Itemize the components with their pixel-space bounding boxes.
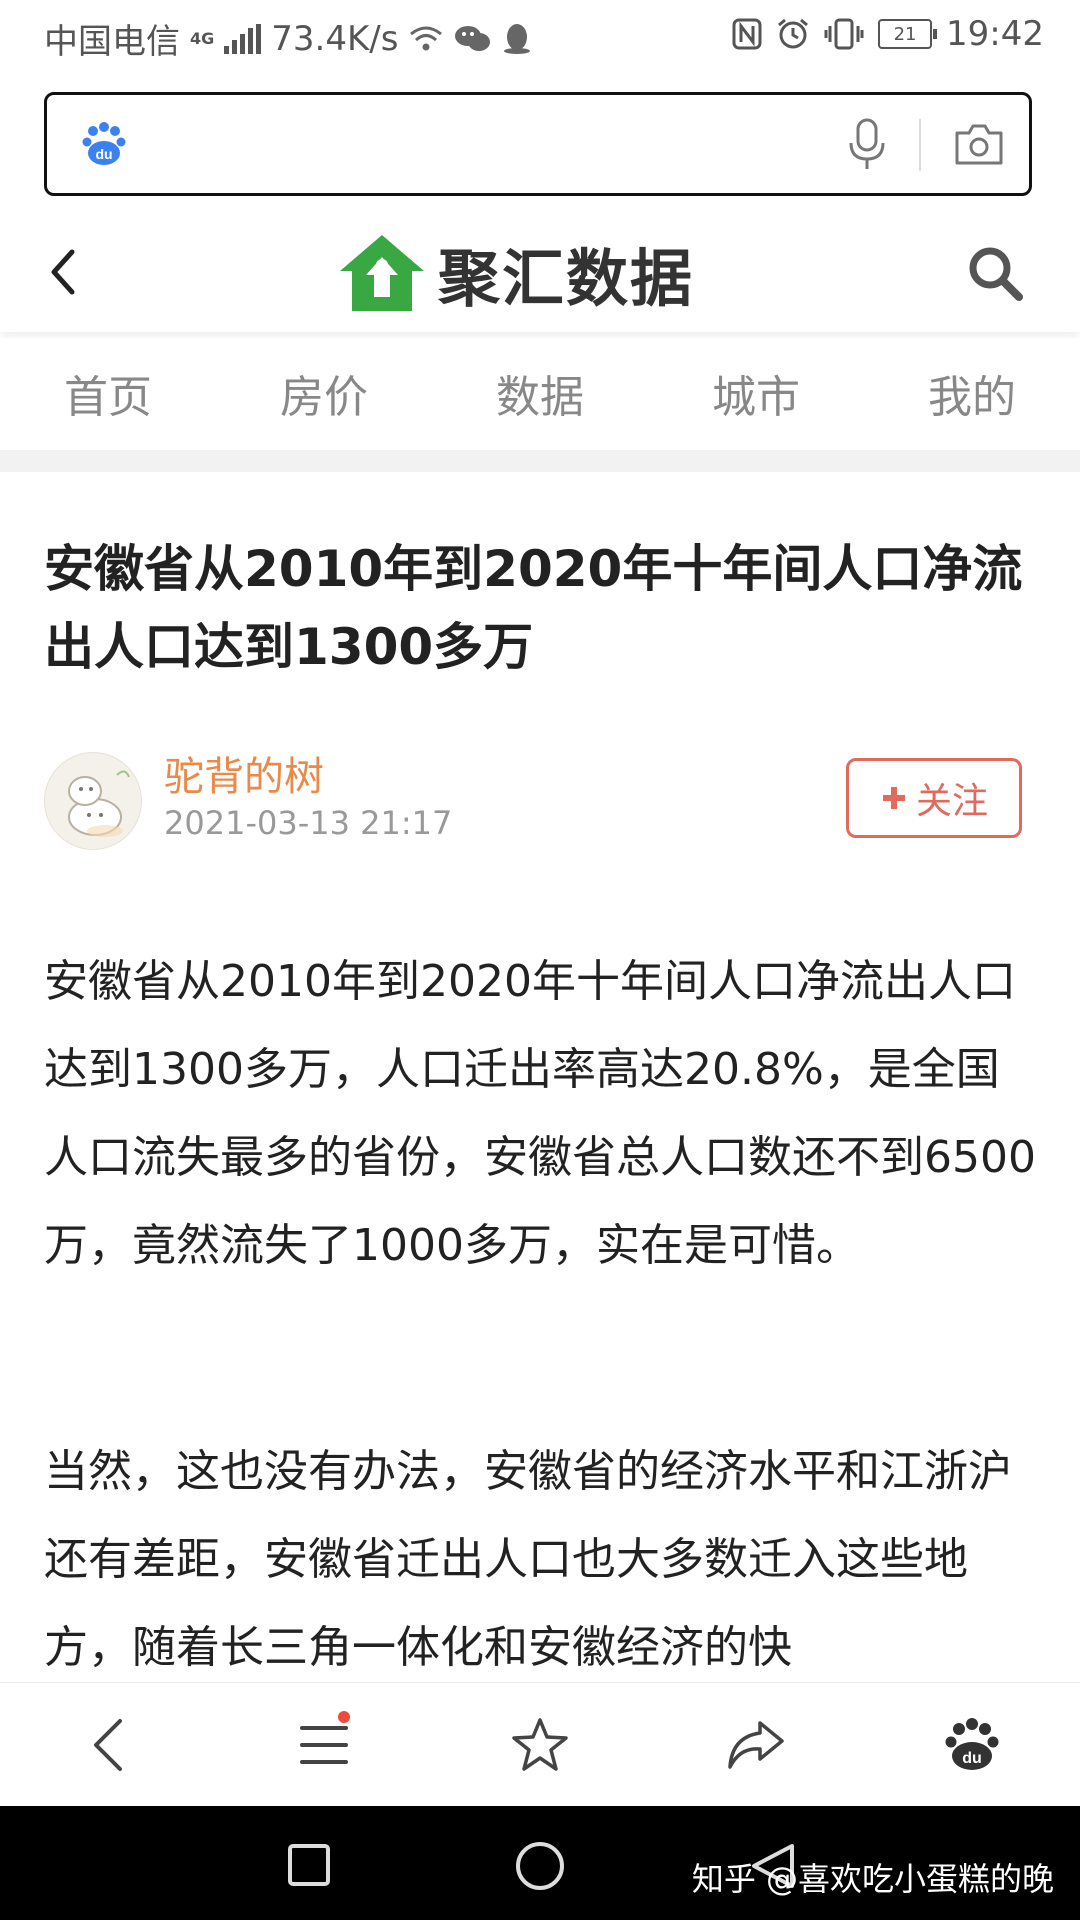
baidu-logo[interactable]: du [81,121,127,171]
battery-icon: 21 [878,19,938,49]
house-logo-icon [340,235,424,311]
menu-icon [300,1726,348,1764]
browser-toolbar: du [0,1682,1080,1807]
network-speed: 73.4K/s [271,18,399,59]
microphone-icon [849,118,885,169]
baidu-icon: du [945,1718,999,1770]
article-paragraph-2: 当然，这也没有办法，安徽省的经济水平和江浙沪还有差距，安徽省迁出人口也大多数迁入… [44,1446,1012,1673]
baidu-logo-text: du [95,146,112,162]
plus-icon [882,787,905,809]
svg-text:du: du [962,1750,982,1767]
clock: 19:42 [946,14,1044,54]
nav-item-home[interactable]: 首页 [18,361,198,425]
author-name[interactable]: 驼背的树 [164,744,324,802]
chevron-left-icon [51,249,75,295]
camera-search-button[interactable] [953,121,1005,171]
share-icon [728,1721,784,1769]
section-separator [0,450,1080,472]
watermark: 知乎 @喜欢吃小蛋糕的晚 [691,1860,1054,1898]
status-right: 21 19:42 [732,14,1044,54]
voice-search-button[interactable] [847,117,887,175]
browser-search-bar[interactable]: du [44,92,1032,196]
article-title: 安徽省从2010年到2020年十年间人口净流出人口达到1300多万 [44,540,1023,676]
notification-dot [338,1711,350,1723]
avatar-image [68,770,130,837]
nav-item-data[interactable]: 数据 [450,361,630,425]
toolbar-back-button[interactable] [58,1695,158,1795]
recent-apps-button[interactable] [286,1842,332,1892]
star-icon [512,1718,568,1771]
square-icon [288,1844,330,1886]
avatar[interactable] [44,752,142,850]
toolbar-share-button[interactable] [706,1695,806,1795]
site-header: 聚汇数据 [0,210,1080,332]
signal-icon [224,23,262,54]
nav-item-city[interactable]: 城市 [666,361,846,425]
search-divider [919,119,921,171]
home-button[interactable] [514,1840,566,1896]
status-bar: 中国电信 4G 73.4K/s 21 19:42 [0,0,1080,76]
battery-level: 21 [893,23,917,45]
status-left: 中国电信 4G 73.4K/s [44,14,532,63]
qq-icon [504,23,531,54]
back-button[interactable] [46,248,80,300]
carrier-label: 中国电信 [44,22,180,62]
nav-item-mine[interactable]: 我的 [882,361,1062,425]
search-icon [969,247,1023,301]
site-brand-name: 聚汇数据 [438,242,695,315]
camera-icon [955,124,1003,165]
site-nav: 首页 房价 数据 城市 我的 [0,338,1080,448]
follow-button[interactable]: 关注 [846,758,1022,838]
baidu-paw-icon: du [82,122,126,165]
alarm-icon [778,18,808,49]
nav-item-house-price[interactable]: 房价 [234,361,414,425]
nfc-icon [732,18,762,50]
toolbar-baidu-button[interactable]: du [922,1695,1022,1795]
article-paragraph-1: 安徽省从2010年到2020年十年间人口净流出人口达到1300多万，人口迁出率高… [44,956,1036,1271]
publish-date: 2021-03-13 21:17 [164,804,453,842]
wechat-icon [455,25,491,51]
toolbar-menu-button[interactable] [274,1695,374,1795]
wifi-icon [410,26,443,50]
vibrate-icon [824,18,864,50]
site-search-button[interactable] [966,244,1024,306]
back-icon [94,1719,122,1771]
network-type: 4G [190,29,215,48]
site-brand[interactable]: 聚汇数据 [336,228,694,318]
toolbar-bookmark-button[interactable] [490,1695,590,1795]
follow-label: 关注 [915,781,988,822]
circle-icon [516,1842,564,1890]
